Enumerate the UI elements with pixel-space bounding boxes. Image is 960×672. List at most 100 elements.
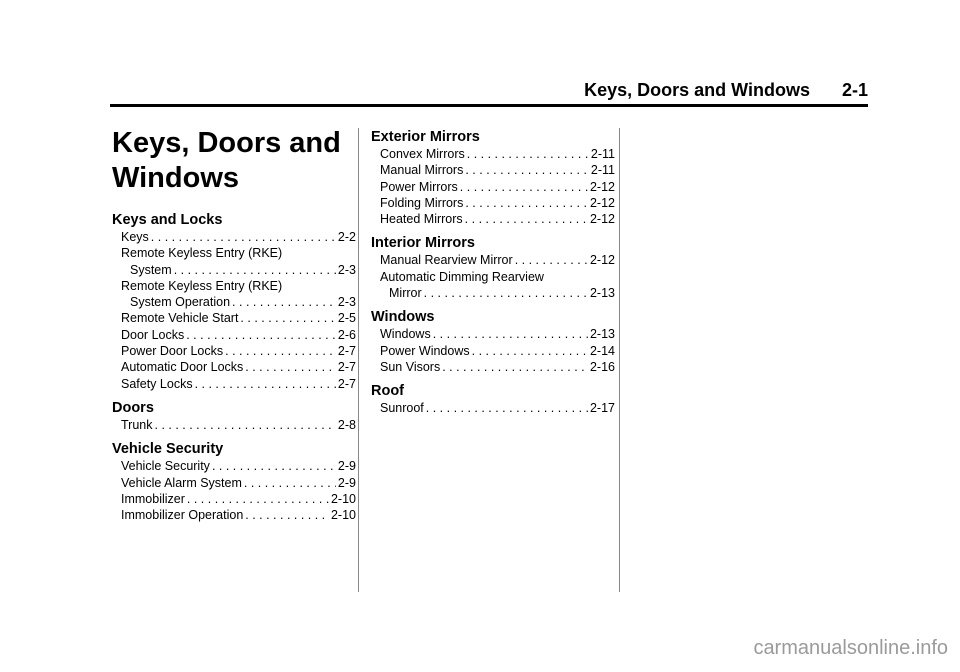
section-heading: Vehicle Security xyxy=(112,441,224,458)
toc-column-2: Exterior MirrorsConvex Mirrors2-11Manual… xyxy=(371,129,615,425)
toc-entry-page: 2-3 xyxy=(337,262,356,277)
toc-entry-label: Door Locks xyxy=(121,327,185,342)
toc-entry[interactable]: Convex Mirrors 2-11 xyxy=(371,146,615,162)
toc-entry-label-line1: Automatic Dimming Rearview xyxy=(380,269,544,284)
toc-entry-label: Mirror xyxy=(389,286,422,301)
toc-entry-row: System Operation 2-3 xyxy=(121,294,356,310)
toc-section: Vehicle SecurityVehicle Security2-9Vehic… xyxy=(112,441,356,523)
toc-entry-page: 2-17 xyxy=(589,401,615,416)
toc-entry-page: 2-12 xyxy=(589,179,615,194)
toc-entry-row: Vehicle Security 2-9 xyxy=(121,458,356,474)
toc-entry[interactable]: Automatic Dimming Rearview Mirror 2-13 xyxy=(371,269,615,302)
toc-entry[interactable]: Remote Keyless Entry (RKE)System 2-3 xyxy=(112,245,356,278)
toc-entry-row: Immobilizer Operation 2-10 xyxy=(121,507,356,523)
toc-entry[interactable]: Immobilizer 2-10 xyxy=(112,491,356,507)
toc-entry-label: Power Windows xyxy=(380,343,470,358)
toc-entry[interactable]: Vehicle Alarm System 2-9 xyxy=(112,475,356,491)
toc-entry-row: Folding Mirrors 2-12 xyxy=(380,195,615,211)
dot-leader xyxy=(245,359,336,375)
toc-entry-row: Windows 2-13 xyxy=(380,326,615,342)
toc-entry-label: Keys xyxy=(121,230,149,244)
toc-entry-page: 2-7 xyxy=(337,344,356,359)
toc-entry-row: Door Locks 2-6 xyxy=(121,327,356,343)
toc-entry[interactable]: Folding Mirrors 2-12 xyxy=(371,195,615,211)
toc-column-1: Keys and LocksKeys2-2Remote Keyless Entr… xyxy=(112,212,356,531)
toc-entry-row: Remote Vehicle Start 2-5 xyxy=(121,310,356,326)
toc-entry[interactable]: Immobilizer Operation 2-10 xyxy=(112,507,356,523)
toc-entry[interactable]: Trunk 2-8 xyxy=(112,417,356,433)
toc-entry[interactable]: Automatic Door Locks 2-7 xyxy=(112,359,356,375)
toc-entry[interactable]: Manual Mirrors 2-11 xyxy=(371,162,615,178)
toc-section: Keys and LocksKeys2-2Remote Keyless Entr… xyxy=(112,212,356,392)
toc-entry-page: 2-5 xyxy=(337,311,356,326)
dot-leader xyxy=(240,310,336,326)
toc-entry-label: Remote Vehicle Start xyxy=(121,311,239,326)
toc-entry-label: Automatic Door Locks xyxy=(121,360,244,375)
toc-entry-label: Sunroof xyxy=(380,401,424,416)
toc-entry[interactable]: Manual Rearview Mirror 2-12 xyxy=(371,252,615,268)
toc-entry[interactable]: Sun Visors 2-16 xyxy=(371,359,615,375)
toc-entry-page: 2-7 xyxy=(337,376,356,391)
section-heading: Keys and Locks xyxy=(112,212,223,228)
toc-entry[interactable]: Safety Locks 2-7 xyxy=(112,376,356,392)
toc-entry-page: 2-2 xyxy=(337,230,356,244)
toc-entry[interactable]: Vehicle Security 2-9 xyxy=(112,458,356,474)
toc-entry-page: 2-9 xyxy=(337,475,356,490)
toc-entry[interactable]: Power Mirrors 2-12 xyxy=(371,179,615,195)
toc-entry-page: 2-11 xyxy=(590,147,615,161)
toc-entry-page: 2-3 xyxy=(337,295,356,310)
dot-leader xyxy=(195,376,336,392)
toc-entry[interactable]: Remote Keyless Entry (RKE) System Operati… xyxy=(112,278,356,311)
toc-section: DoorsTrunk 2-8 xyxy=(112,400,356,433)
dot-leader xyxy=(174,262,336,278)
dot-leader xyxy=(472,343,588,359)
toc-entry-page: 2-13 xyxy=(589,286,615,301)
toc-entry[interactable]: Power Windows 2-14 xyxy=(371,343,615,359)
toc-entry-row: Immobilizer 2-10 xyxy=(121,491,356,507)
watermark: carmanualsonline.info xyxy=(753,637,948,659)
toc-entry-row: Sun Visors 2-16 xyxy=(380,359,615,375)
toc-entry-label: Power Mirrors xyxy=(380,179,458,194)
toc-entry-row: Manual Rearview Mirror 2-12 xyxy=(380,252,615,268)
dot-leader xyxy=(424,285,588,301)
toc-entry-page: 2-13 xyxy=(589,327,615,342)
dot-leader xyxy=(465,211,588,227)
toc-entry[interactable]: Door Locks 2-6 xyxy=(112,327,356,343)
dot-leader xyxy=(225,343,336,359)
toc-entry-row: Trunk 2-8 xyxy=(121,417,356,433)
running-header: Keys, Doors and Windows 2-1 xyxy=(110,78,868,107)
dot-leader xyxy=(232,294,336,310)
toc-entry-row: Convex Mirrors 2-11 xyxy=(380,146,615,162)
toc-entry[interactable]: Remote Vehicle Start 2-5 xyxy=(112,310,356,326)
toc-entry-label: Heated Mirrors xyxy=(380,212,463,227)
toc-entry-label: Vehicle Alarm System xyxy=(121,475,242,490)
dot-leader xyxy=(467,146,589,162)
dot-leader xyxy=(426,400,588,416)
toc-entry-label: Vehicle Security xyxy=(121,459,210,474)
chapter-title: Keys, Doors and Windows xyxy=(112,127,341,194)
toc-entry-label-line1: Remote Keyless Entry (RKE) xyxy=(121,246,283,261)
dot-leader xyxy=(442,359,588,375)
toc-entry-label: System Operation xyxy=(130,295,231,310)
toc-entry-label: Trunk xyxy=(121,417,153,432)
header-page-number: 2-1 xyxy=(841,80,868,100)
toc-entry-label: Power Door Locks xyxy=(121,344,224,359)
toc-entry[interactable]: Power Door Locks 2-7 xyxy=(112,343,356,359)
dot-leader xyxy=(245,507,329,523)
toc-entry[interactable]: Windows 2-13 xyxy=(371,326,615,342)
toc-entry-row: Power Windows 2-14 xyxy=(380,343,615,359)
section-heading: Exterior Mirrors xyxy=(371,129,480,145)
dot-leader xyxy=(155,417,336,433)
section-heading: Windows xyxy=(371,309,435,326)
toc-entry[interactable]: Keys 2-2 xyxy=(112,229,356,245)
toc-entry[interactable]: Heated Mirrors 2-12 xyxy=(371,211,615,227)
toc-section: Interior MirrorsManual Rearview Mirror 2-… xyxy=(371,235,615,301)
section-heading: Roof xyxy=(371,383,405,400)
toc-entry[interactable]: Sunroof 2-17 xyxy=(371,400,615,416)
toc-entry-page: 2-12 xyxy=(589,212,615,227)
toc-entry-label: System xyxy=(130,262,172,277)
header-title: Keys, Doors and Windows xyxy=(584,80,810,100)
toc-entry-label: Immobilizer Operation xyxy=(121,508,244,523)
toc-entry-page: 2-10 xyxy=(330,491,356,506)
toc-entry-page: 2-8 xyxy=(337,417,356,432)
